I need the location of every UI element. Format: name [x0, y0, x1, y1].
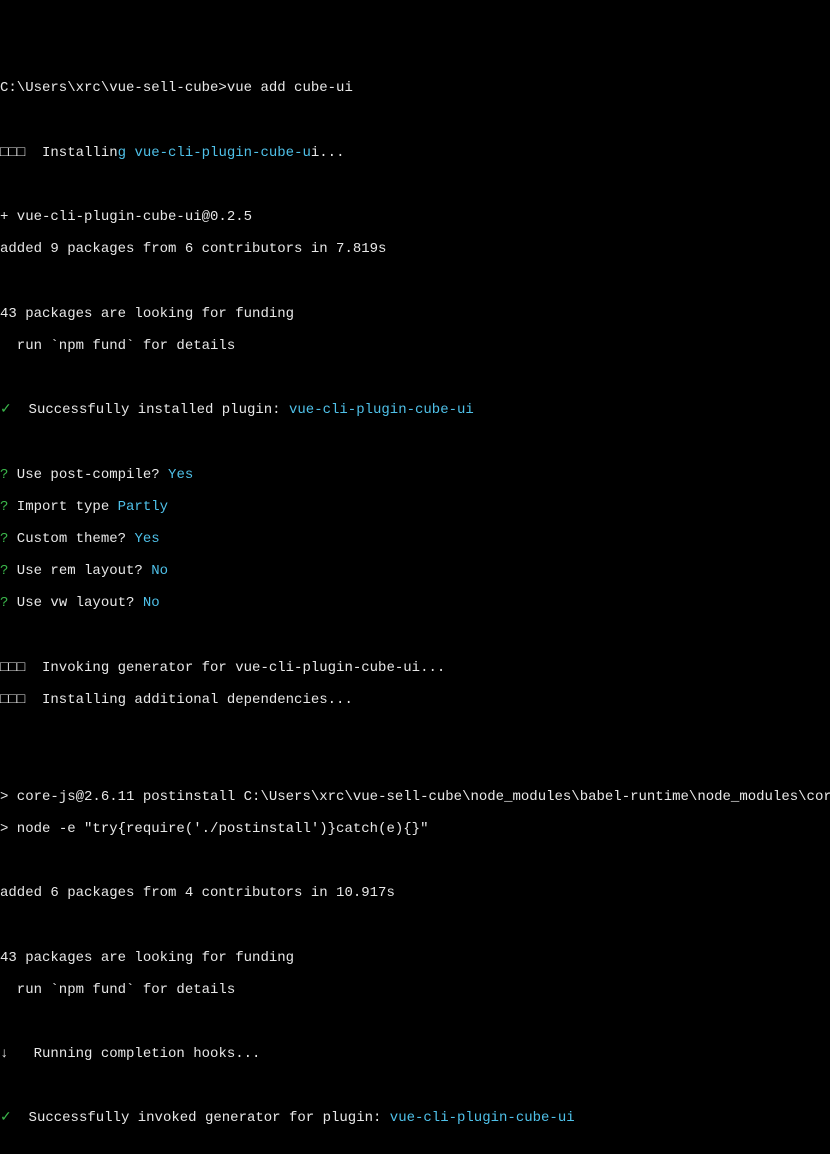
installing-suffix: i... [311, 145, 345, 161]
blank-line [0, 274, 830, 290]
success-line-2: ✓ Successfully invoked generator for plu… [0, 1110, 830, 1126]
prompt-q3: ? Custom theme? Yes [0, 531, 830, 547]
blank-line [0, 853, 830, 869]
blank-line [0, 628, 830, 644]
question-answer: Yes [134, 531, 159, 547]
success-plugin: vue-cli-plugin-cube-ui [289, 402, 474, 418]
installing-plugin: vue-cli-plugin-cube-u [134, 145, 310, 161]
corejs-text: core-js@2.6.11 postinstall C:\Users\xrc\… [8, 789, 830, 805]
blank-line [0, 113, 830, 129]
question-mark: ? [0, 595, 8, 611]
installing-line: □□□ Installing vue-cli-plugin-cube-ui... [0, 145, 830, 161]
terminal-output: C:\Users\xrc\vue-sell-cube>vue add cube-… [0, 64, 830, 1154]
success-text-2: Successfully invoked generator for plugi… [12, 1110, 390, 1126]
question-text: Import type [8, 499, 117, 515]
prompt-q2: ? Import type Partly [0, 499, 830, 515]
question-text: Custom theme? [8, 531, 134, 547]
question-text: Use post-compile? [8, 467, 168, 483]
funding-line-2: 43 packages are looking for funding [0, 950, 830, 966]
node-line: > node -e "try{require('./postinstall')}… [0, 821, 830, 837]
blank-line [0, 917, 830, 933]
down-arrow-icon: ↓ [0, 1046, 8, 1062]
installing-g: g [118, 145, 135, 161]
funding-details-line: run `npm fund` for details [0, 338, 830, 354]
blank-line [0, 435, 830, 451]
node-text: node -e "try{require('./postinstall')}ca… [8, 821, 428, 837]
question-answer: Partly [118, 499, 168, 515]
success-line: ✓ Successfully installed plugin: vue-cli… [0, 402, 830, 418]
hooks-text: Running completion hooks... [8, 1046, 260, 1062]
question-text: Use vw layout? [8, 595, 142, 611]
funding-details-line-2: run `npm fund` for details [0, 982, 830, 998]
check-icon: ✓ [0, 1110, 12, 1126]
blank-line [0, 756, 830, 772]
package-line: + vue-cli-plugin-cube-ui@0.2.5 [0, 209, 830, 225]
install-deps-line: □□□ Installing additional dependencies..… [0, 692, 830, 708]
prompt-q1: ? Use post-compile? Yes [0, 467, 830, 483]
question-answer: Yes [168, 467, 193, 483]
question-answer: No [143, 595, 160, 611]
blank-line [0, 1143, 830, 1154]
blank-line [0, 177, 830, 193]
prompt-line[interactable]: C:\Users\xrc\vue-sell-cube>vue add cube-… [0, 80, 830, 96]
hooks-line: ↓ Running completion hooks... [0, 1046, 830, 1062]
arrow-icon: > [0, 789, 8, 805]
command-text: vue add cube-ui [227, 80, 353, 96]
invoke-generator-line: □□□ Invoking generator for vue-cli-plugi… [0, 660, 830, 676]
added-line-2: added 6 packages from 4 contributors in … [0, 885, 830, 901]
prompt-path: C:\Users\xrc\vue-sell-cube> [0, 80, 227, 96]
corejs-line: > core-js@2.6.11 postinstall C:\Users\xr… [0, 789, 830, 805]
check-icon: ✓ [0, 402, 12, 418]
blank-line [0, 1078, 830, 1094]
blank-line [0, 1014, 830, 1030]
success-text: Successfully installed plugin: [12, 402, 289, 418]
success-plugin-2: vue-cli-plugin-cube-ui [390, 1110, 575, 1126]
arrow-icon: > [0, 821, 8, 837]
funding-line: 43 packages are looking for funding [0, 306, 830, 322]
added-line: added 9 packages from 6 contributors in … [0, 241, 830, 257]
blank-line [0, 724, 830, 740]
installing-prefix: □□□ Installin [0, 145, 118, 161]
blank-line [0, 370, 830, 386]
prompt-q5: ? Use vw layout? No [0, 595, 830, 611]
